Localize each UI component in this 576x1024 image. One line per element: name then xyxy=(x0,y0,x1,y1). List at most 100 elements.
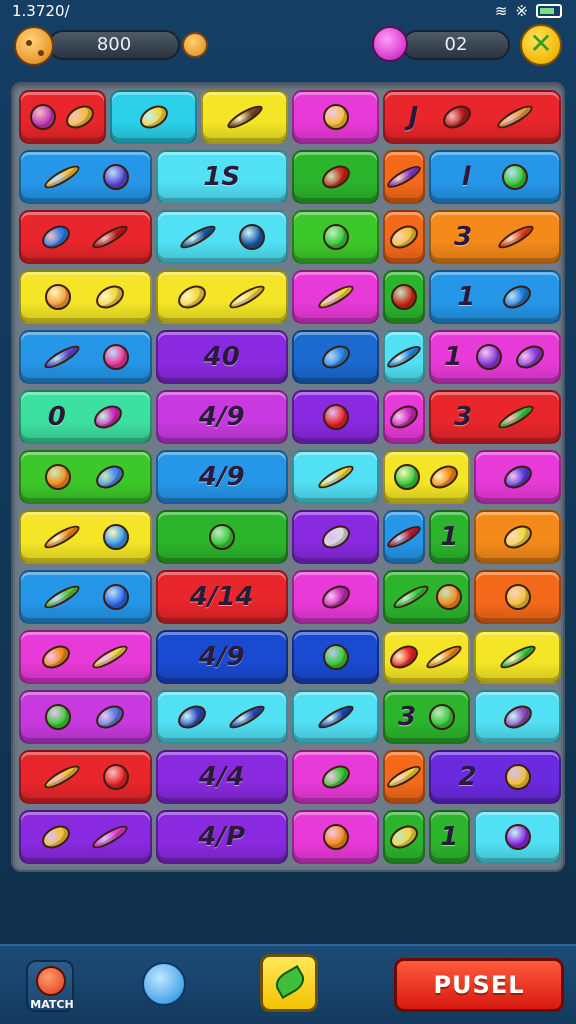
board-tile[interactable]: 3 xyxy=(428,210,561,264)
board-tile[interactable] xyxy=(19,150,152,204)
candy-icon xyxy=(385,820,422,854)
board-tile[interactable]: 3 xyxy=(428,390,561,444)
board-tile[interactable] xyxy=(474,630,561,684)
board-tile[interactable] xyxy=(19,450,152,504)
board-tile[interactable]: 1S xyxy=(155,150,288,204)
candy-icon xyxy=(41,521,83,553)
board-tile[interactable] xyxy=(155,510,288,564)
board-tile[interactable] xyxy=(292,510,379,564)
hint-icon[interactable] xyxy=(142,962,186,1006)
board-tile[interactable] xyxy=(19,570,152,624)
board-tile[interactable]: J xyxy=(383,90,561,144)
board-tile[interactable]: 40 xyxy=(155,330,288,384)
tile-label: 4/4 xyxy=(198,762,245,792)
board-tile[interactable] xyxy=(201,90,288,144)
pusel-button[interactable]: PUSEL xyxy=(394,958,564,1012)
board-tile[interactable] xyxy=(383,750,425,804)
board-tile[interactable]: 1 xyxy=(428,810,470,864)
candy-icon xyxy=(390,581,431,613)
board-tile[interactable]: 3 xyxy=(383,690,470,744)
board-tile[interactable] xyxy=(292,210,379,264)
candy-icon xyxy=(499,280,536,314)
board-tile[interactable]: 4/P xyxy=(155,810,288,864)
candy-icon xyxy=(41,761,83,793)
tile-label: 1 xyxy=(444,342,463,372)
board-tile[interactable] xyxy=(19,630,152,684)
candy-icon xyxy=(239,224,266,250)
board-tile[interactable]: 1 xyxy=(428,330,561,384)
board-tile[interactable] xyxy=(474,510,561,564)
board-tile[interactable] xyxy=(292,150,379,204)
board-tile[interactable] xyxy=(110,90,197,144)
board-tile[interactable] xyxy=(383,390,425,444)
board-tile[interactable] xyxy=(19,510,152,564)
board-tile[interactable] xyxy=(383,270,425,324)
board-tile[interactable] xyxy=(383,630,470,684)
board-tile[interactable] xyxy=(292,690,379,744)
board-tile[interactable]: 1 xyxy=(428,510,470,564)
board-tile[interactable] xyxy=(155,690,288,744)
board-tile[interactable] xyxy=(474,810,561,864)
board-tile[interactable]: 0 xyxy=(19,390,152,444)
board-tile[interactable] xyxy=(19,690,152,744)
leaf-button[interactable] xyxy=(260,954,318,1012)
board-tile[interactable]: l xyxy=(428,150,561,204)
match-ball-icon xyxy=(36,966,66,996)
candy-icon xyxy=(322,824,349,850)
board-tile[interactable] xyxy=(292,810,379,864)
board-tile[interactable] xyxy=(292,630,379,684)
candy-icon xyxy=(394,464,420,490)
board-tile[interactable] xyxy=(474,690,561,744)
board-tile[interactable] xyxy=(292,450,379,504)
close-button[interactable]: ✕ xyxy=(520,24,562,66)
board-tile[interactable] xyxy=(383,810,425,864)
board-tile[interactable] xyxy=(292,90,379,144)
board-tile[interactable]: 4/9 xyxy=(155,450,288,504)
game-board: J 1S l 3 1 40 1 0 4/9 3 4/9 1 4/14 4/9 3 4/4 2 4/P 1 xyxy=(11,82,565,872)
board-tile[interactable] xyxy=(474,570,561,624)
candy-icon xyxy=(45,464,72,490)
board-tile[interactable] xyxy=(383,210,425,264)
board-tile[interactable] xyxy=(19,810,152,864)
candy-icon xyxy=(102,344,129,370)
board-tile[interactable]: 4/9 xyxy=(155,390,288,444)
board-tile[interactable] xyxy=(292,270,379,324)
tile-label: 3 xyxy=(453,222,473,252)
candy-icon xyxy=(37,220,74,254)
candy-icon xyxy=(386,640,423,674)
board-tile[interactable] xyxy=(19,270,152,324)
battery-icon xyxy=(536,4,562,18)
board-tile[interactable] xyxy=(292,750,379,804)
board-tile[interactable] xyxy=(19,330,152,384)
wifi-icon: ≋ xyxy=(494,2,508,20)
board-tile[interactable] xyxy=(292,390,379,444)
candy-icon xyxy=(436,584,463,610)
board-tile[interactable] xyxy=(19,210,152,264)
board-tile[interactable]: 4/14 xyxy=(155,570,288,624)
candy-icon xyxy=(226,281,267,313)
board-tile[interactable] xyxy=(292,570,379,624)
board-tile[interactable] xyxy=(292,330,379,384)
board-tile[interactable] xyxy=(155,210,288,264)
add-coins-icon[interactable] xyxy=(182,32,208,58)
candy-icon xyxy=(92,460,129,494)
board-tile[interactable]: 4/9 xyxy=(155,630,288,684)
board-tile[interactable] xyxy=(383,450,470,504)
board-tile[interactable] xyxy=(19,750,152,804)
board-tile[interactable]: 1 xyxy=(428,270,561,324)
board-tile[interactable]: 2 xyxy=(428,750,561,804)
match-button[interactable]: MATCH xyxy=(26,960,74,1012)
board-tile[interactable] xyxy=(474,450,561,504)
board-tile[interactable] xyxy=(383,150,425,204)
candy-icon xyxy=(385,220,422,254)
board-tile[interactable] xyxy=(383,570,470,624)
board-tile[interactable] xyxy=(383,510,425,564)
board-tile[interactable] xyxy=(19,90,106,144)
candy-icon xyxy=(317,160,354,194)
board-tile[interactable] xyxy=(155,270,288,324)
candy-icon xyxy=(322,404,349,430)
tile-label: 1 xyxy=(440,822,459,852)
candy-icon xyxy=(37,640,74,674)
board-tile[interactable] xyxy=(383,330,425,384)
board-tile[interactable]: 4/4 xyxy=(155,750,288,804)
